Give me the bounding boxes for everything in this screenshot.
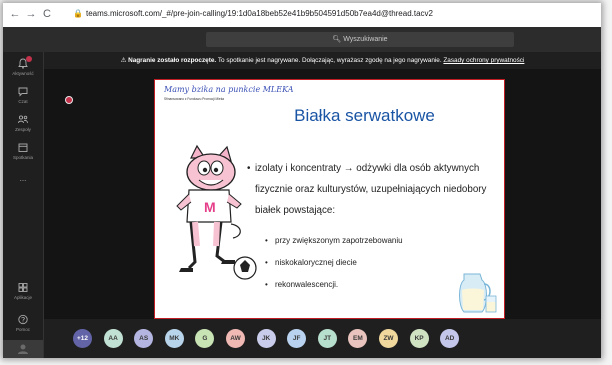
rail-item-apps[interactable]: Aplikacje — [3, 282, 43, 300]
participant-avatar[interactable]: G — [195, 329, 215, 348]
rail-item-chat[interactable]: Czat — [3, 86, 43, 104]
participant-avatar[interactable]: MK — [164, 329, 184, 348]
recording-indicator-icon — [65, 96, 73, 104]
slide-title: Białka serwatkowe — [294, 106, 435, 125]
cat-mascot-image: M — [176, 144, 257, 280]
url-text: teams.microsoft.com/_#/pre-join-calling/… — [85, 9, 433, 18]
search-icon: 🔍︎ — [332, 36, 344, 43]
participant-avatar[interactable]: KP — [409, 329, 429, 348]
self-video-tile[interactable] — [3, 340, 43, 358]
participant-avatar[interactable]: AD — [440, 329, 460, 348]
bullet-dot: • — [265, 236, 268, 245]
slide-brand: Mamy bzika na punkcie MLEKA — [164, 85, 294, 94]
more-participants-badge[interactable]: +12 — [73, 329, 92, 348]
rail-item-teams[interactable]: Zespoły — [3, 114, 43, 132]
sub-bullet-text: rekonwalescencji. — [275, 280, 339, 289]
participant-bar: +12 AA AS MK G AW JK JF JT EM ZW KP AD — [44, 319, 601, 358]
rail-label: Spotkania — [12, 155, 33, 160]
back-button[interactable]: ← — [9, 8, 21, 20]
main-bullet-text: izolaty i koncentraty → odżywki dla osób… — [255, 163, 487, 216]
search-input[interactable]: 🔍︎ Wyszukiwanie — [206, 32, 514, 47]
participant-avatar[interactable]: AW — [226, 329, 245, 348]
browser-window: ← → C 🔒 teams.microsoft.com/_#/pre-join-c… — [3, 3, 601, 358]
recording-banner: ⚠︎ Nagranie zostało rozpoczęte. To spotk… — [44, 52, 601, 69]
participant-avatar[interactable]: EM — [348, 329, 368, 348]
rail-label: Czat — [18, 99, 28, 104]
rail-label: Aktywność — [12, 71, 34, 76]
main-bullet: • izolaty i koncentraty → odżywki dla os… — [247, 158, 495, 221]
bullet-dot: • — [265, 280, 268, 289]
participant-avatar[interactable]: JT — [317, 329, 337, 348]
participant-avatar[interactable]: JF — [287, 329, 307, 348]
recording-title: Nagranie zostało rozpoczęte. — [128, 57, 217, 64]
apps-icon — [18, 283, 28, 292]
sub-bullet-text: przy zwiększonym zapotrzebowaniu — [275, 236, 403, 245]
shared-slide: Mamy bzika na punkcie MLEKA Sfinansowano… — [154, 79, 505, 319]
rail-more-button[interactable]: ... — [3, 174, 43, 183]
meeting-stage: Mamy bzika na punkcie MLEKA Sfinansowano… — [44, 69, 601, 319]
bullet-dot: • — [247, 163, 251, 174]
privacy-link[interactable]: Zasady ochrony prywatności — [443, 57, 524, 64]
sub-bullet: • niskokalorycznej diecie — [265, 258, 357, 267]
search-placeholder: Wyszukiwanie — [343, 36, 388, 43]
slide-brand-subtitle: Sfinansowano z Funduszu Promocji Mleka — [164, 97, 225, 101]
notification-badge — [26, 56, 32, 62]
milk-jug-image — [459, 273, 497, 313]
address-bar[interactable]: 🔒 teams.microsoft.com/_#/pre-join-calling… — [73, 8, 433, 20]
rail-item-activity[interactable]: Aktywność — [3, 56, 43, 76]
participant-avatar[interactable]: JK — [256, 329, 276, 348]
app-bar: Aktywność Czat Zespoły Spotkania ... Apl… — [3, 52, 44, 358]
participant-avatar[interactable]: AS — [134, 329, 154, 348]
teams-header: 🔍︎ Wyszukiwanie — [3, 27, 601, 52]
bullet-dot: • — [265, 258, 268, 267]
lock-icon: 🔒 — [73, 9, 83, 18]
help-icon — [18, 314, 28, 325]
teams-icon — [18, 115, 28, 124]
svg-text:M: M — [204, 199, 216, 215]
sub-bullet: • rekonwalescencji. — [265, 280, 339, 289]
rail-item-help[interactable]: Pomoc — [3, 314, 43, 332]
warning-icon: ⚠︎ — [120, 57, 129, 64]
recording-text: To spotkanie jest nagrywane. Dołączając,… — [216, 57, 444, 64]
reload-button[interactable]: C — [41, 8, 53, 20]
more-icon: ... — [19, 174, 27, 183]
sub-bullet: • przy zwiększonym zapotrzebowaniu — [265, 236, 403, 245]
participant-avatar[interactable]: AA — [103, 329, 123, 348]
chat-icon — [18, 87, 28, 97]
browser-toolbar: ← → C 🔒 teams.microsoft.com/_#/pre-join-c… — [3, 3, 601, 28]
rail-label: Pomoc — [15, 327, 30, 332]
rail-item-meetings[interactable]: Spotkania — [3, 142, 43, 160]
rail-label: Aplikacje — [13, 295, 32, 300]
screenshot-frame: ← → C 🔒 teams.microsoft.com/_#/pre-join-c… — [0, 0, 612, 365]
forward-button[interactable]: → — [25, 8, 37, 20]
calendar-icon — [18, 143, 28, 152]
rail-label: Zespoły — [15, 127, 31, 132]
participant-avatar[interactable]: ZW — [379, 329, 398, 348]
sub-bullet-text: niskokalorycznej diecie — [275, 258, 357, 267]
person-icon — [18, 344, 28, 354]
